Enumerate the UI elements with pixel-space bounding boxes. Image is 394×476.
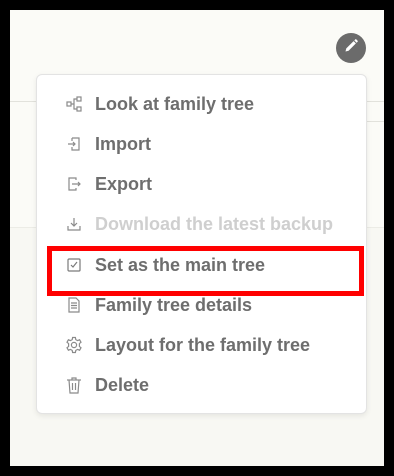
menu-item-delete[interactable]: Delete [37,367,366,403]
tree-options-menu: Look at family tree Import Export Downlo… [36,74,367,414]
gear-icon [65,336,83,354]
edit-button[interactable] [336,33,366,63]
menu-item-label: Export [95,173,153,194]
app-viewport: Look at family tree Import Export Downlo… [10,10,384,466]
menu-item-look-at-family-tree[interactable]: Look at family tree [37,86,366,122]
menu-item-import[interactable]: Import [37,126,366,162]
pencil-icon [343,38,359,59]
menu-item-label: Import [95,133,151,154]
menu-item-label: Layout for the family tree [95,334,311,355]
tree-structure-icon [65,95,83,113]
export-icon [65,175,83,193]
menu-item-label: Set as the main tree [95,254,266,275]
download-icon [65,215,83,233]
menu-item-family-tree-details[interactable]: Family tree details [37,287,366,323]
menu-item-download-latest-backup: Download the latest backup [37,206,366,242]
trash-icon [65,376,83,394]
menu-item-label: Delete [95,374,150,395]
menu-item-label: Look at family tree [95,93,255,114]
menu-item-label: Family tree details [95,294,253,315]
menu-item-layout-for-family-tree[interactable]: Layout for the family tree [37,327,366,363]
import-icon [65,135,83,153]
menu-item-export[interactable]: Export [37,166,366,202]
menu-item-set-as-main-tree[interactable]: Set as the main tree [37,247,366,283]
details-icon [65,296,83,314]
menu-item-label: Download the latest backup [95,213,334,234]
checkbox-icon [65,256,83,274]
